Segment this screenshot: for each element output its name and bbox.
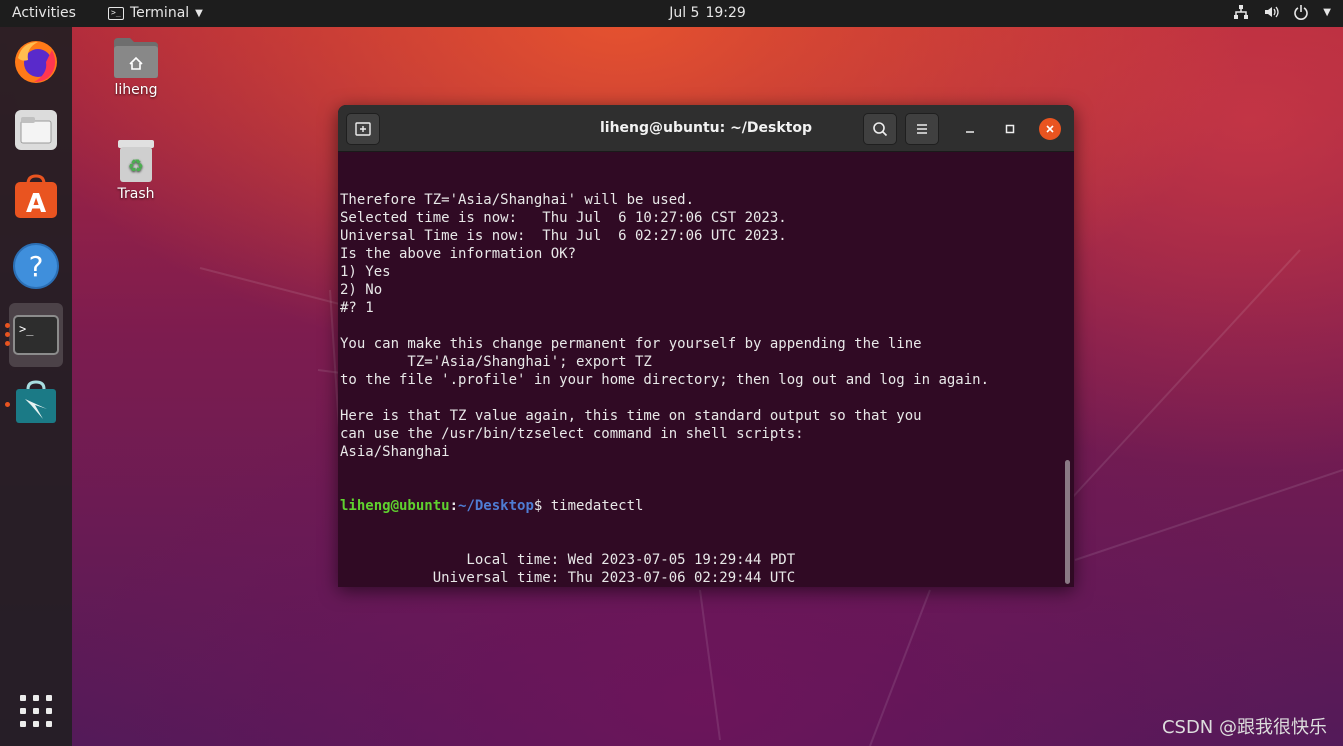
terminal-line: Here is that TZ value again, this time o…: [340, 408, 922, 424]
svg-text:>_: >_: [19, 322, 34, 336]
new-tab-button[interactable]: [346, 113, 380, 145]
dock-firefox[interactable]: [9, 35, 63, 89]
terminal-line: Is the above information OK?: [340, 246, 577, 262]
software-center-icon: [16, 380, 56, 423]
terminal-line: Local time: Wed 2023-07-05 19:29:44 PDT: [340, 552, 796, 568]
terminal-line: Universal Time is now: Thu Jul 6 02:27:0…: [340, 228, 787, 244]
dock: A ? >_: [0, 27, 72, 746]
dock-ubuntu-software[interactable]: A: [9, 171, 63, 225]
command-text: timedatectl: [542, 498, 644, 514]
dock-software-center[interactable]: [9, 375, 63, 429]
clock-time: 19:29: [705, 5, 746, 21]
prompt-user: liheng@ubuntu: [340, 498, 450, 514]
running-indicator: [5, 323, 10, 328]
svg-text:A: A: [26, 189, 46, 219]
hamburger-menu-icon: [917, 124, 927, 134]
running-indicator: [5, 341, 10, 346]
terminal-line: Therefore TZ='Asia/Shanghai' will be use…: [340, 192, 695, 208]
running-indicator: [5, 332, 10, 337]
minimize-icon: [966, 131, 974, 133]
trash-icon: ♻: [118, 140, 154, 182]
firefox-icon: [15, 41, 57, 83]
watermark: CSDN @跟我很快乐: [1161, 717, 1327, 738]
dock-help[interactable]: ?: [9, 239, 63, 293]
system-tray[interactable]: ▼: [1233, 4, 1331, 20]
terminal-line: TZ='Asia/Shanghai'; export TZ: [340, 354, 652, 370]
prompt-line: liheng@ubuntu:~/Desktop$ timedatectl: [340, 497, 1060, 515]
search-button[interactable]: [863, 113, 897, 145]
dock-terminal[interactable]: >_: [9, 303, 63, 367]
close-icon: [1046, 125, 1054, 133]
terminal-icon: >_: [13, 315, 59, 355]
desktop-icon-label: liheng: [114, 82, 158, 98]
network-wired-icon[interactable]: [1233, 4, 1249, 20]
terminal-line: #? 1: [340, 300, 374, 316]
clock[interactable]: Jul 5 19:29: [0, 5, 1343, 21]
maximize-button[interactable]: [999, 118, 1021, 140]
new-tab-icon: [355, 122, 371, 136]
terminal-output[interactable]: Therefore TZ='Asia/Shanghai' will be use…: [340, 155, 1060, 586]
volume-icon[interactable]: [1263, 4, 1279, 20]
search-icon: [873, 122, 888, 137]
svg-text:?: ?: [29, 250, 44, 283]
running-indicator: [5, 402, 10, 407]
files-icon: [15, 110, 57, 150]
prompt-separator: :: [449, 498, 459, 514]
terminal-window[interactable]: liheng@ubuntu: ~/Desktop Therefore TZ='A…: [338, 105, 1074, 587]
terminal-line: Universal time: Thu 2023-07-06 02:29:44 …: [340, 570, 796, 586]
terminal-scrollbar[interactable]: [1065, 460, 1070, 584]
terminal-line: Selected time is now: Thu Jul 6 10:27:06…: [340, 210, 787, 226]
close-button[interactable]: [1039, 118, 1061, 140]
terminal-line: Asia/Shanghai: [340, 444, 450, 460]
terminal-line: to the file '.profile' in your home dire…: [340, 372, 990, 388]
terminal-line: 1) Yes: [340, 264, 391, 280]
desktop-icon-label: Trash: [117, 186, 155, 202]
home-folder-icon: [114, 38, 158, 78]
minimize-button[interactable]: [959, 118, 981, 140]
svg-text:♻: ♻: [128, 156, 144, 177]
chevron-down-icon[interactable]: ▼: [1323, 7, 1331, 18]
terminal-line: 2) No: [340, 282, 383, 298]
clock-date: Jul 5: [669, 5, 700, 21]
show-applications-icon[interactable]: [20, 695, 52, 727]
desktop-icon-trash[interactable]: ♻ Trash: [96, 138, 176, 202]
dock-files[interactable]: [9, 103, 63, 157]
top-bar: Activities >_ Terminal ▼ Jul 5 19:29 ▼: [0, 0, 1343, 27]
maximize-icon: [1005, 124, 1015, 134]
ubuntu-software-icon: A: [15, 174, 57, 219]
terminal-line: can use the /usr/bin/tzselect command in…: [340, 426, 804, 442]
power-icon[interactable]: [1293, 4, 1309, 20]
help-icon: ?: [13, 243, 59, 289]
desktop-icon-home[interactable]: liheng: [96, 36, 176, 98]
terminal-headerbar[interactable]: liheng@ubuntu: ~/Desktop: [338, 105, 1074, 152]
terminal-line: You can make this change permanent for y…: [340, 336, 922, 352]
prompt-path: ~/Desktop: [458, 498, 534, 514]
menu-button[interactable]: [905, 113, 939, 145]
